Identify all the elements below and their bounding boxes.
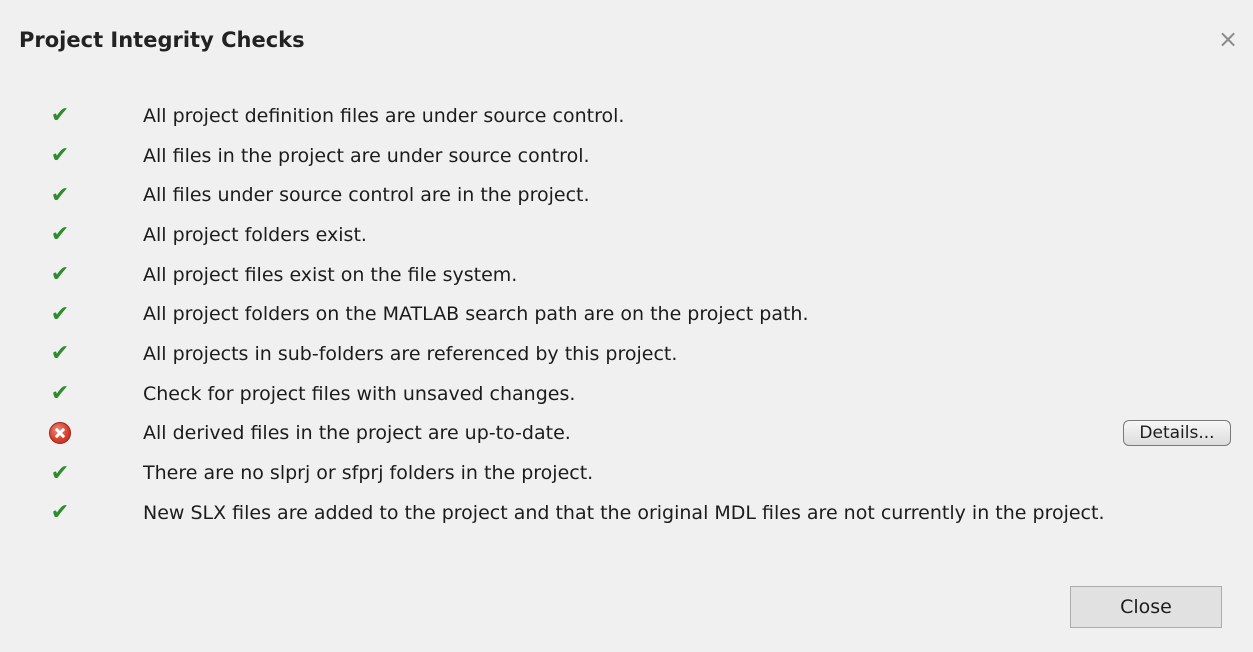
checkmark-icon: ✔ [50,341,70,367]
checkmark-icon: ✔ [50,262,70,288]
check-label: All project definition files are under s… [143,104,625,127]
dialog-titlebar: Project Integrity Checks × [0,0,1253,84]
close-button[interactable]: Close [1070,586,1222,628]
check-label: New SLX files are added to the project a… [143,501,1105,524]
checkmark-icon: ✔ [50,381,70,407]
project-integrity-dialog: Project Integrity Checks × ✔ All project… [0,0,1253,652]
check-row: ✔ New SLX files are added to the project… [0,493,1253,533]
checkmark-icon: ✔ [50,500,70,526]
check-label: Check for project files with unsaved cha… [143,382,576,405]
checks-list: ✔ All project definition files are under… [0,96,1253,533]
check-label: All files in the project are under sourc… [143,144,590,167]
checkmark-icon: ✔ [50,301,70,327]
check-row: ✔ Check for project files with unsaved c… [0,374,1253,414]
check-label: All projects in sub-folders are referenc… [143,342,678,365]
check-row: ✔ All files under source control are in … [0,175,1253,215]
check-label: All files under source control are in th… [143,184,590,207]
check-row: ✔ All project files exist on the file sy… [0,255,1253,295]
check-row: ✔ All project folders exist. [0,215,1253,255]
check-row-failed: All derived files in the project are up-… [0,414,1253,454]
check-row: ✔ All project definition files are under… [0,96,1253,136]
check-label: There are no slprj or sfprj folders in t… [143,462,594,485]
check-row: ✔ There are no slprj or sfprj folders in… [0,453,1253,493]
check-row: ✔ All projects in sub-folders are refere… [0,334,1253,374]
checkmark-icon: ✔ [50,222,70,248]
check-label: All project folders exist. [143,223,367,246]
details-button[interactable]: Details... [1123,420,1231,447]
check-label: All project folders on the MATLAB search… [143,303,809,326]
check-row: ✔ All files in the project are under sou… [0,136,1253,176]
checkmark-icon: ✔ [50,103,70,129]
check-label: All derived files in the project are up-… [143,422,571,445]
dialog-title: Project Integrity Checks [19,28,305,52]
check-label: All project files exist on the file syst… [143,263,518,286]
close-icon[interactable]: × [1215,25,1241,53]
error-icon [46,419,74,447]
checkmark-icon: ✔ [50,182,70,208]
check-row: ✔ All project folders on the MATLAB sear… [0,294,1253,334]
checkmark-icon: ✔ [50,460,70,486]
checkmark-icon: ✔ [50,143,70,169]
